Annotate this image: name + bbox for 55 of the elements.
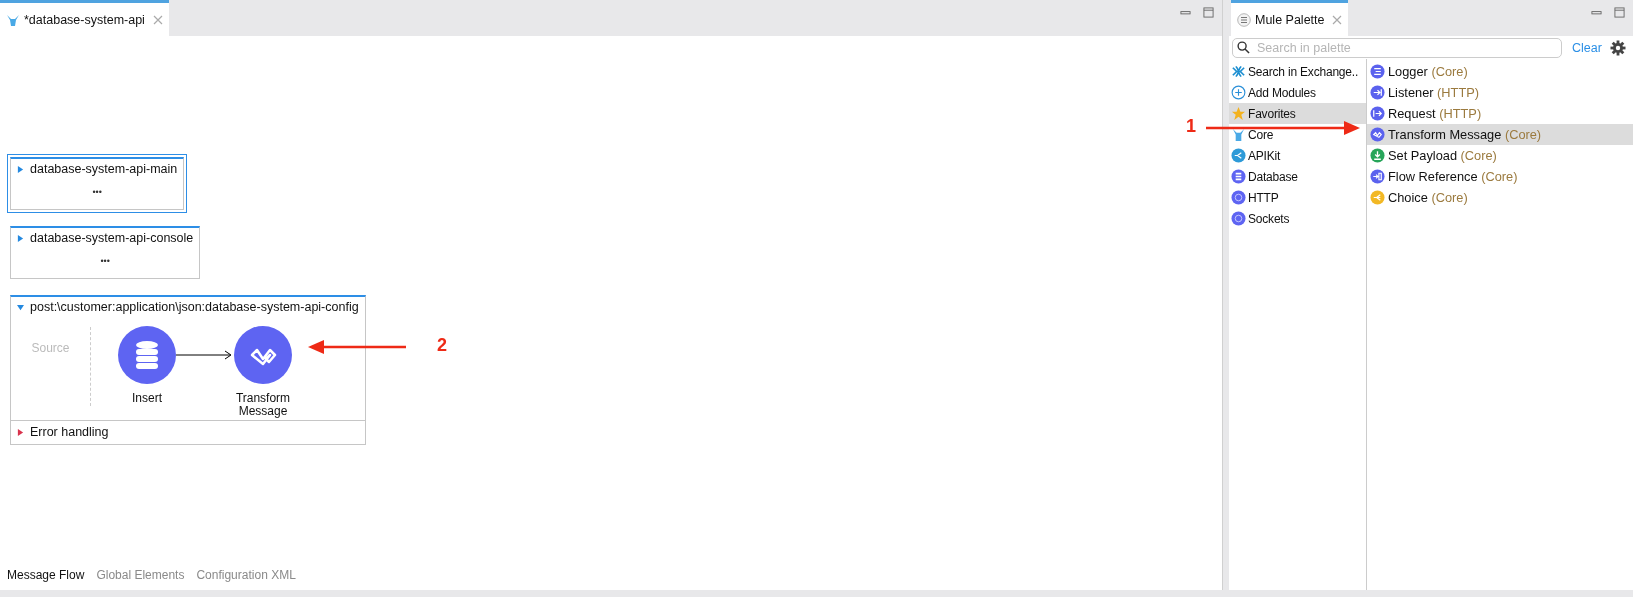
view-tab[interactable]: Message Flow (7, 568, 85, 582)
category-item[interactable]: Core (1229, 124, 1366, 145)
palette-item[interactable]: Set Payload (Core) (1367, 145, 1633, 166)
flow-name: database-system-api-console (30, 231, 194, 245)
category-item[interactable]: Database (1229, 166, 1366, 187)
close-icon[interactable] (1332, 14, 1343, 25)
view-tab[interactable]: Global Elements (96, 568, 185, 582)
source-label: Source (31, 341, 70, 355)
expand-icon[interactable] (17, 165, 24, 173)
globe-icon (1231, 190, 1246, 205)
expand-icon[interactable] (17, 303, 24, 311)
clear-link[interactable]: Clear (1572, 41, 1602, 55)
annotation-number: 2 (437, 335, 447, 356)
connector-arrow (176, 350, 232, 360)
editor-tab[interactable]: *database-system-api (0, 0, 169, 36)
search-icon (1237, 41, 1250, 54)
component-label: Transform Message (234, 392, 292, 419)
flow-name: post:\customer:application\json:database-system-api-config (30, 300, 359, 314)
expand-icon[interactable] (17, 428, 24, 436)
palette-item[interactable]: Logger (Core) (1367, 61, 1633, 82)
close-icon[interactable] (152, 14, 163, 25)
category-item[interactable]: Favorites (1229, 103, 1366, 124)
category-item[interactable]: Search in Exchange.. (1229, 61, 1366, 82)
collapsed-dots: ••• (91, 186, 103, 199)
flow-card[interactable]: database-system-api-main ••• (10, 157, 185, 210)
palette-item[interactable]: Listener (HTTP) (1367, 82, 1633, 103)
palette-item[interactable]: Request (HTTP) (1367, 103, 1633, 124)
view-tab[interactable]: Configuration XML (196, 568, 296, 582)
component-label: Insert (131, 392, 163, 406)
exchange-icon (1231, 64, 1246, 79)
transform-icon[interactable] (234, 326, 292, 384)
error-handling-label[interactable]: Error handling (30, 425, 109, 439)
expand-icon[interactable] (17, 234, 24, 242)
flow-card[interactable]: post:\customer:application\json:database-system-api-config Source Insert Transform Message Error handling (10, 295, 366, 445)
add-icon (1231, 85, 1246, 100)
star-icon (1231, 106, 1246, 121)
category-item[interactable]: Add Modules (1229, 82, 1366, 103)
palette-item[interactable]: Flow Reference (Core) (1367, 166, 1633, 187)
category-item[interactable]: HTTP (1229, 187, 1366, 208)
palette-item[interactable]: Transform Message (Core) (1367, 124, 1633, 145)
palette-item[interactable]: Choice (Core) (1367, 187, 1633, 208)
category-item[interactable]: Sockets (1229, 208, 1366, 229)
search-field[interactable]: Search in palette (1232, 38, 1562, 58)
menu-icon (1237, 12, 1251, 27)
palette-tab[interactable]: Mule Palette (1231, 0, 1349, 36)
database-icon[interactable] (118, 326, 176, 384)
flow-name: database-system-api-main (30, 162, 178, 176)
flow-card[interactable]: database-system-api-console ••• (10, 226, 201, 279)
collapsed-dots: ••• (99, 255, 111, 268)
maximize-icon[interactable] (1203, 7, 1214, 18)
settings-icon[interactable] (1609, 40, 1626, 56)
globe-icon (1231, 211, 1246, 226)
annotation-number: 1 (1186, 116, 1196, 137)
category-item[interactable]: APIKit (1229, 145, 1366, 166)
maximize-icon[interactable] (1614, 7, 1625, 18)
